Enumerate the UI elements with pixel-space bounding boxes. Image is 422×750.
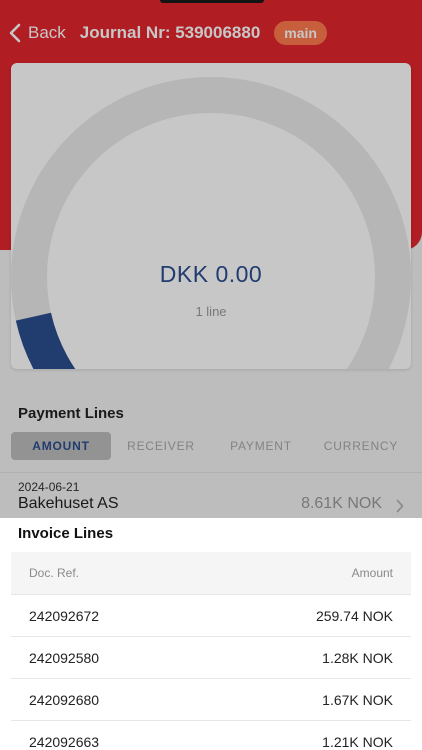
invoice-lines-title: Invoice Lines: [18, 525, 114, 542]
invoice-row[interactable]: 242092663 1.21K NOK: [11, 720, 411, 750]
invoice-amount: 1.21K NOK: [322, 734, 393, 750]
invoice-row[interactable]: 242092680 1.67K NOK: [11, 678, 411, 720]
invoice-doc-ref: 242092672: [29, 608, 100, 624]
invoice-doc-ref: 242092580: [29, 650, 100, 666]
invoice-amount: 1.67K NOK: [322, 692, 393, 708]
column-header-doc-ref: Doc. Ref.: [29, 566, 80, 580]
invoice-row[interactable]: 242092580 1.28K NOK: [11, 636, 411, 678]
column-header-amount: Amount: [351, 566, 393, 580]
invoice-amount: 259.74 NOK: [315, 608, 393, 624]
invoice-row[interactable]: 242092672 259.74 NOK: [11, 594, 411, 636]
invoice-doc-ref: 242092663: [29, 734, 100, 750]
invoice-table-header: Doc. Ref. Amount: [11, 552, 411, 594]
invoice-amount: 1.28K NOK: [322, 650, 393, 666]
modal-backdrop[interactable]: [0, 0, 422, 518]
invoice-lines-sheet: Invoice Lines Doc. Ref. Amount 242092672…: [0, 518, 422, 750]
invoice-doc-ref: 242092680: [29, 692, 100, 708]
